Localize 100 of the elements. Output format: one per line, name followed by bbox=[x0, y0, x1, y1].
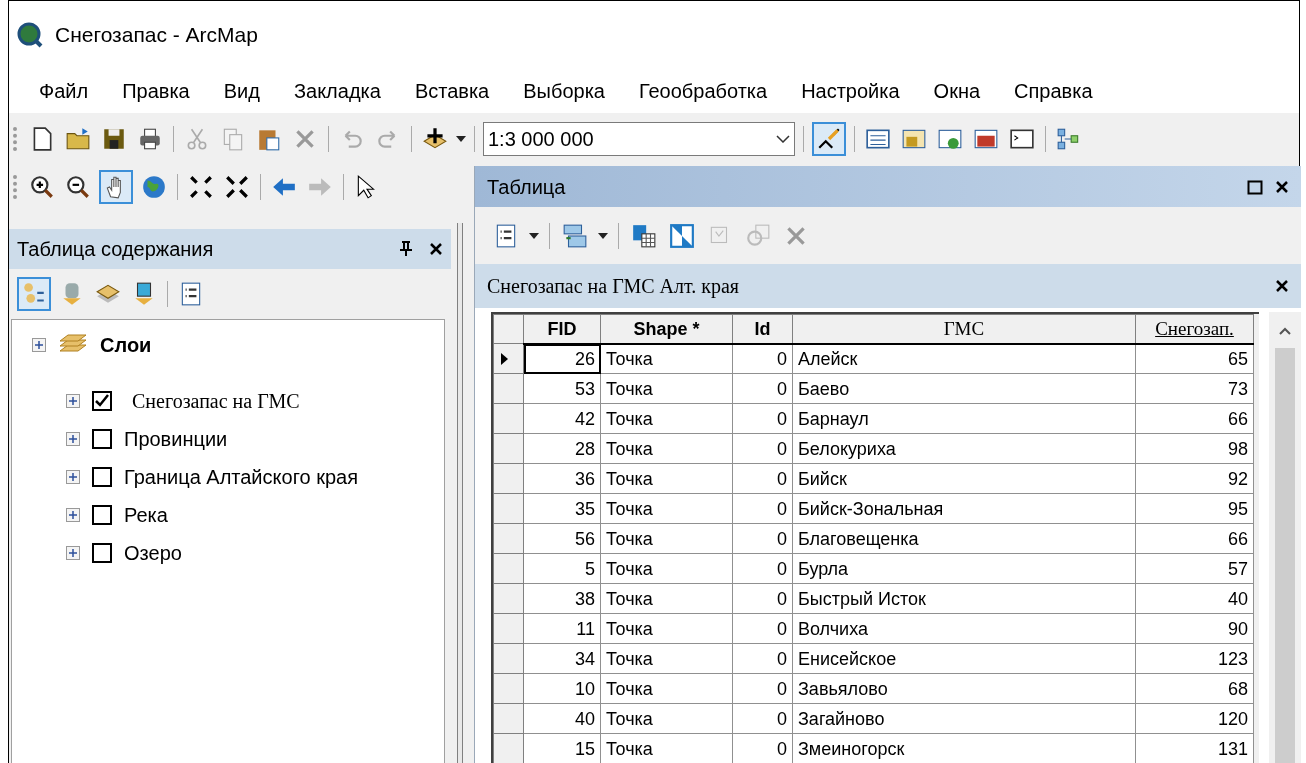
table-cell: Точка bbox=[600, 343, 733, 374]
table-cell: 66 bbox=[1135, 523, 1254, 554]
dropdown-icon bbox=[776, 135, 790, 143]
menu-item[interactable]: Геообработка bbox=[621, 76, 785, 106]
table-cell: Точка bbox=[600, 643, 733, 674]
layer-name[interactable]: Снегозапас на ГМС bbox=[124, 386, 300, 416]
layer-name[interactable]: Граница Алтайского края bbox=[124, 462, 358, 492]
column-header[interactable]: Снегозап. bbox=[1135, 314, 1254, 344]
menu-item[interactable]: Правка bbox=[105, 76, 207, 106]
table-cell: Точка bbox=[600, 613, 733, 644]
table-cell: 26 bbox=[523, 343, 601, 374]
row-selector[interactable] bbox=[493, 343, 524, 374]
table-cell: 0 bbox=[732, 613, 793, 644]
expand-icon[interactable] bbox=[66, 470, 80, 484]
table-cell: 38 bbox=[523, 583, 601, 614]
table-cell: Быстрый Исток bbox=[792, 583, 1136, 614]
menu-item[interactable]: Вид bbox=[206, 76, 277, 106]
globe-icon bbox=[141, 174, 167, 200]
table-cell: 40 bbox=[523, 703, 601, 734]
menu-item[interactable]: Закладка bbox=[276, 76, 398, 106]
table-cell: Бийск bbox=[792, 463, 1136, 494]
table-cell: Точка bbox=[600, 373, 733, 404]
maximize-icon[interactable] bbox=[1247, 178, 1263, 195]
table-cell: Алейск bbox=[792, 343, 1136, 374]
expand-icon[interactable] bbox=[66, 508, 80, 522]
table-cell: 66 bbox=[1135, 403, 1254, 434]
edit-tool[interactable] bbox=[812, 122, 846, 156]
table-cell: 98 bbox=[1135, 433, 1254, 464]
expand-icon[interactable] bbox=[32, 338, 46, 352]
menu-item[interactable]: Окна bbox=[916, 76, 998, 106]
table-cell: 0 bbox=[732, 673, 793, 704]
table-cell: Загайново bbox=[792, 703, 1136, 734]
table-cell: Завьялово bbox=[792, 673, 1136, 704]
caret-icon[interactable] bbox=[529, 232, 539, 239]
print-icon bbox=[137, 126, 163, 152]
table-cell: 0 bbox=[732, 343, 793, 374]
table-cell: 0 bbox=[732, 553, 793, 584]
layer-name[interactable]: Провинции bbox=[124, 424, 228, 454]
table-cell: 28 bbox=[523, 433, 601, 464]
current-row-icon bbox=[500, 352, 510, 365]
table-cell: Благовещенка bbox=[792, 523, 1136, 554]
zoom-out-icon bbox=[65, 174, 91, 200]
checkbox[interactable] bbox=[92, 543, 112, 563]
window-title: Таблица bbox=[487, 174, 567, 200]
table-cell: 90 bbox=[1135, 613, 1254, 644]
open-folder-icon bbox=[65, 126, 91, 152]
list-by-drawing-order-tool[interactable] bbox=[17, 277, 51, 311]
caret-icon[interactable] bbox=[456, 136, 466, 142]
checkbox[interactable] bbox=[92, 391, 112, 411]
window-title: Снегозапас - ArcMap bbox=[55, 22, 258, 49]
column-header[interactable]: Id bbox=[732, 314, 793, 344]
close-icon[interactable] bbox=[1275, 278, 1289, 293]
table-cell: Змеиногорск bbox=[792, 733, 1136, 763]
layer-name[interactable]: Река bbox=[124, 500, 168, 530]
scale-field[interactable]: 1:3 000 000 bbox=[483, 122, 795, 156]
expand-icon[interactable] bbox=[66, 546, 80, 560]
checkbox[interactable] bbox=[92, 467, 112, 487]
table-cell: 0 bbox=[732, 643, 793, 674]
table-cell: Баево bbox=[792, 373, 1136, 404]
checkbox[interactable] bbox=[92, 505, 112, 525]
layer-name[interactable]: Озеро bbox=[124, 538, 182, 568]
table-name: Снегозапас на ГМС Алт. края bbox=[487, 273, 741, 300]
expand-icon[interactable] bbox=[66, 394, 80, 408]
menu-item[interactable]: Файл bbox=[17, 76, 106, 106]
column-header[interactable]: FID bbox=[523, 314, 601, 344]
tree-item[interactable]: Слои bbox=[100, 330, 152, 360]
table-cell: Точка bbox=[600, 673, 733, 704]
menu-item[interactable]: Вставка bbox=[397, 76, 507, 106]
table-cell: Точка bbox=[600, 523, 733, 554]
menu-item[interactable]: Настройка bbox=[784, 76, 917, 106]
expand-icon[interactable] bbox=[66, 432, 80, 446]
table-cell: Енисейское bbox=[792, 643, 1136, 674]
table-cell: 0 bbox=[732, 493, 793, 524]
menu-item[interactable]: Справка bbox=[997, 76, 1110, 106]
table-cell: 57 bbox=[1135, 553, 1254, 584]
caret-icon[interactable] bbox=[598, 232, 608, 239]
table-cell: Точка bbox=[600, 403, 733, 434]
table-cell: 73 bbox=[1135, 373, 1254, 404]
scrollbar[interactable] bbox=[1269, 311, 1301, 763]
table-cell: 5 bbox=[523, 553, 601, 584]
table-cell: 123 bbox=[1135, 643, 1254, 674]
hand-tool[interactable] bbox=[99, 170, 133, 204]
close-icon[interactable] bbox=[1275, 179, 1289, 194]
table-cell: 0 bbox=[732, 523, 793, 554]
table-cell: 36 bbox=[523, 463, 601, 494]
table-cell: Точка bbox=[600, 583, 733, 614]
table-cell: Точка bbox=[600, 553, 733, 584]
column-header[interactable]: Shape * bbox=[600, 314, 733, 344]
checkbox[interactable] bbox=[92, 429, 112, 449]
table-cell: 10 bbox=[523, 673, 601, 704]
column-header[interactable]: ГМС bbox=[792, 314, 1136, 344]
menu-item[interactable]: Выборка bbox=[506, 76, 622, 106]
zoom-out-fixed-icon bbox=[224, 174, 250, 200]
scroll-up-icon[interactable] bbox=[1278, 325, 1293, 336]
table-cell: Точка bbox=[600, 463, 733, 494]
table-cell: 65 bbox=[1135, 343, 1254, 374]
table-cell: Точка bbox=[600, 433, 733, 464]
pin-icon[interactable] bbox=[399, 241, 413, 257]
table-cell: Точка bbox=[600, 493, 733, 524]
close-icon[interactable] bbox=[429, 242, 443, 256]
